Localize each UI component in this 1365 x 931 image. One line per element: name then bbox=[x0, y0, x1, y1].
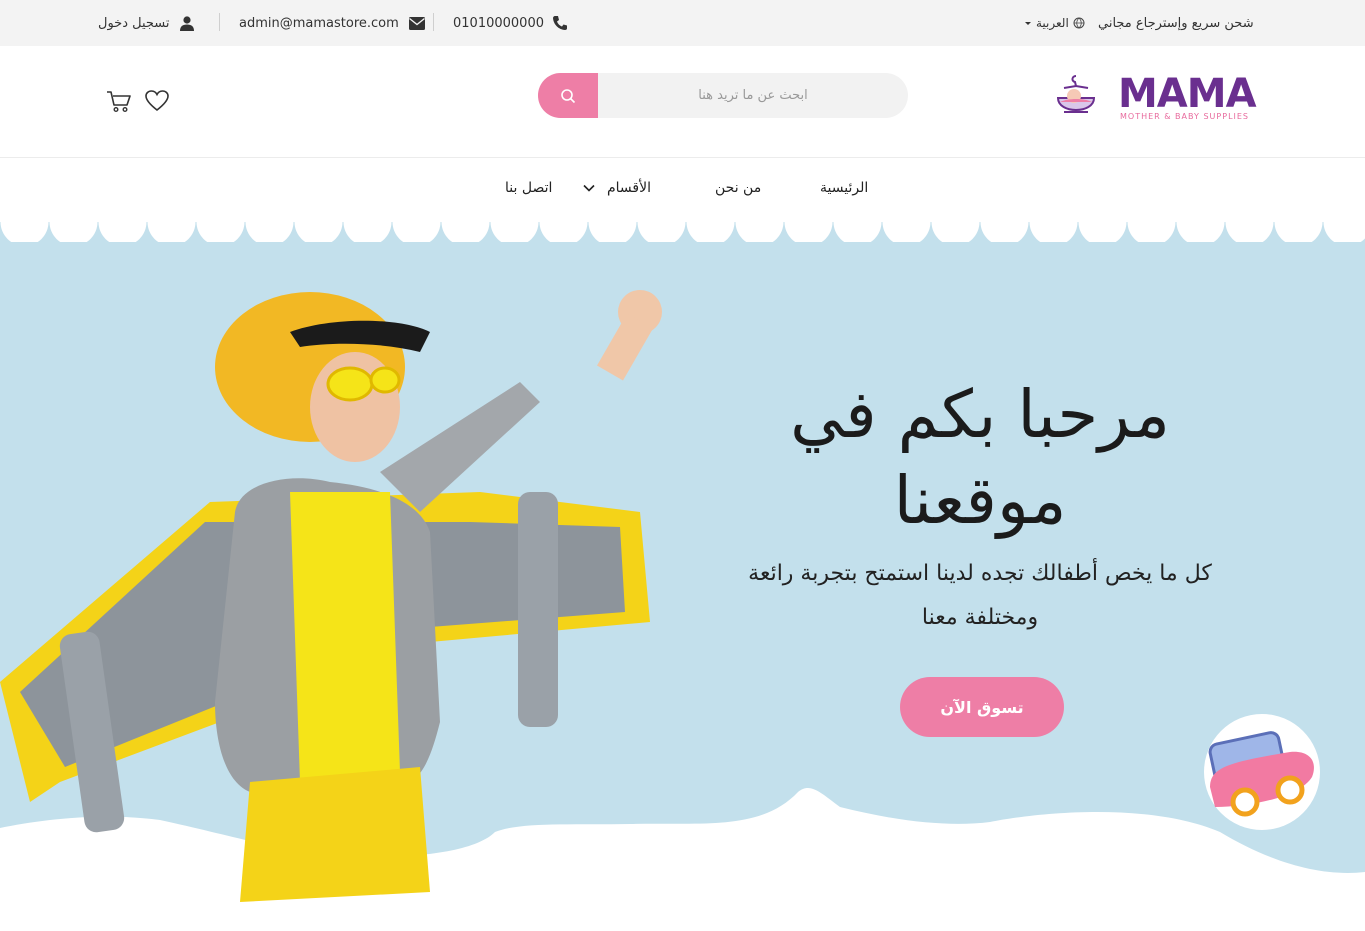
hero-subtitle: كل ما يخص أطفالك تجده لدينا استمتح بتجرب… bbox=[720, 552, 1240, 640]
cart-icon[interactable] bbox=[106, 88, 132, 114]
envelope-icon bbox=[408, 16, 425, 30]
hero-title-line2: موقعنا bbox=[893, 462, 1067, 539]
topbar-divider bbox=[219, 13, 220, 31]
shipping-text: شحن سريع وإسترجاع مجاني bbox=[1098, 15, 1254, 31]
nav-item-categories[interactable]: الأقسام bbox=[583, 180, 651, 196]
search-button[interactable] bbox=[538, 73, 598, 118]
hero-title-line1: مرحبا بكم في bbox=[790, 376, 1170, 453]
language-label: العربية bbox=[1036, 16, 1069, 30]
search-bar bbox=[538, 73, 908, 118]
shop-now-button[interactable]: تسوق الآن bbox=[900, 677, 1064, 737]
globe-icon bbox=[1073, 17, 1085, 29]
hero-subtitle-line2: ومختلفة معنا bbox=[921, 605, 1039, 630]
main-nav: الرئيسية من نحن الأقسام اتصل بنا bbox=[0, 158, 1365, 222]
hero-subtitle-line1: كل ما يخص أطفالك تجده لدينا استمتح بتجرب… bbox=[748, 561, 1212, 586]
top-bar: شحن سريع وإسترجاع مجاني العربية 01010000… bbox=[0, 0, 1365, 46]
phone-icon bbox=[552, 16, 567, 30]
chevron-down-icon bbox=[583, 184, 595, 192]
nav-item-home[interactable]: الرئيسية bbox=[820, 180, 868, 196]
chevron-down-icon bbox=[1025, 22, 1031, 25]
toy-car-illustration bbox=[1204, 714, 1320, 830]
site-header: MAMA MOTHER & BABY SUPPLIES bbox=[0, 46, 1365, 158]
email-contact[interactable]: admin@mamastore.com bbox=[239, 0, 425, 46]
nav-item-contact[interactable]: اتصل بنا bbox=[505, 180, 552, 196]
shipping-notice: شحن سريع وإسترجاع مجاني bbox=[1098, 0, 1254, 46]
topbar-divider bbox=[433, 13, 434, 31]
logo-subtitle: MOTHER & BABY SUPPLIES bbox=[1120, 112, 1250, 121]
site-logo[interactable]: MAMA MOTHER & BABY SUPPLIES bbox=[1054, 70, 1259, 126]
search-input[interactable] bbox=[598, 73, 908, 118]
nav-item-about[interactable]: من نحن bbox=[715, 180, 761, 196]
email-address: admin@mamastore.com bbox=[239, 15, 399, 31]
logo-title: MAMA bbox=[1118, 71, 1257, 117]
hero-title: مرحبا بكم في موقعنا bbox=[690, 372, 1270, 544]
language-selector[interactable]: العربية bbox=[1024, 0, 1085, 46]
baby-cradle-logo-icon bbox=[1056, 75, 1096, 113]
phone-number: 01010000000 bbox=[453, 15, 544, 31]
hero-section: مرحبا بكم في موقعنا كل ما يخص أطفالك تجد… bbox=[0, 222, 1365, 931]
login-link[interactable]: تسجيل دخول bbox=[98, 0, 194, 46]
user-icon bbox=[179, 15, 194, 31]
login-label: تسجيل دخول bbox=[98, 15, 170, 31]
nav-categories-label: الأقسام bbox=[607, 180, 651, 196]
heart-icon[interactable] bbox=[144, 88, 170, 114]
phone-contact[interactable]: 01010000000 bbox=[453, 0, 568, 46]
search-icon bbox=[561, 88, 576, 103]
